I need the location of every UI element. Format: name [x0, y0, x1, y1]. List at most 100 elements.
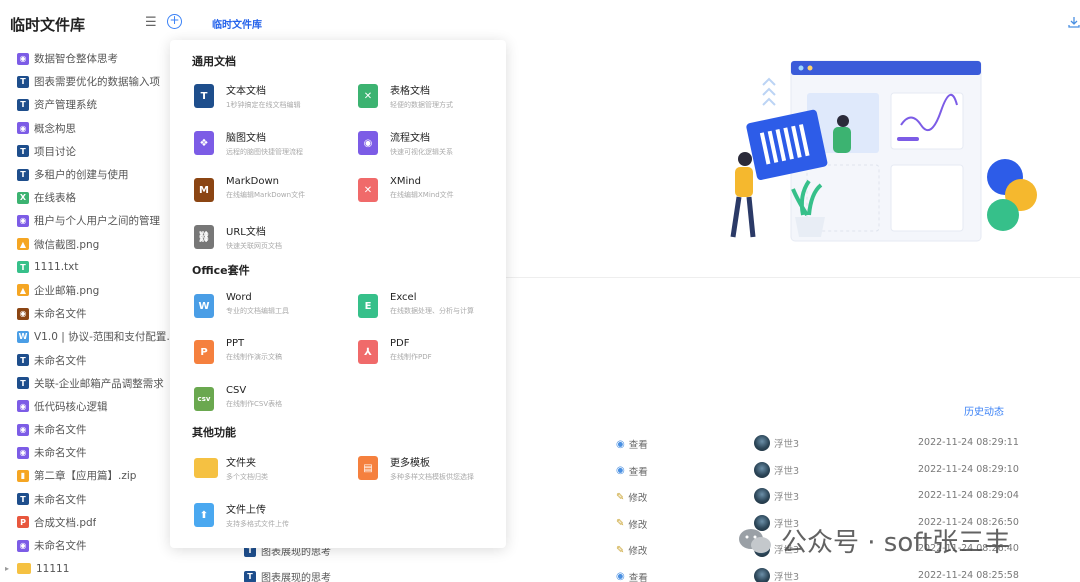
- sidebar-file-item[interactable]: ◉ 未命名文件: [0, 418, 178, 441]
- section-general: 通用文档: [192, 55, 236, 68]
- expand-arrow-icon[interactable]: ▸: [5, 564, 9, 573]
- avatar: [754, 488, 770, 504]
- file-type-icon: T: [17, 75, 29, 88]
- new-doc-option[interactable]: ⛓ URL文档快速关联网页文档: [194, 223, 354, 255]
- wechat-icon: [739, 528, 771, 553]
- option-description: 专业的文档编辑工具: [226, 307, 289, 315]
- new-doc-option[interactable]: 文件夹 多个文档归类: [194, 454, 354, 486]
- history-time: 2022-11-24 08:29:10: [918, 463, 1019, 475]
- sidebar-file-item[interactable]: T 1111.txt: [0, 256, 178, 279]
- new-doc-option[interactable]: ⅄ PDF 在线制作PDF: [358, 338, 518, 370]
- sidebar-file-label: 1111.txt: [34, 261, 79, 274]
- new-doc-option[interactable]: ✕ XMind 在线编辑XMind文件: [358, 176, 518, 208]
- new-doc-option[interactable]: E Excel 在线数据处理、分析与计算: [358, 292, 518, 324]
- sidebar-file-label: 概念构思: [34, 122, 76, 135]
- sidebar-file-item[interactable]: W V1.0 | 协议-范围和支付配置协...: [0, 325, 178, 348]
- sidebar-file-item[interactable]: ◉ 数据智仓整体思考: [0, 47, 178, 70]
- option-description: 在线制作PDF: [390, 353, 432, 361]
- history-action[interactable]: ◉ 查看: [616, 437, 648, 452]
- new-doc-option[interactable]: csv CSV 在线制作CSV表格: [194, 385, 354, 417]
- file-type-icon: X: [17, 191, 29, 204]
- new-doc-option[interactable]: M MarkDown 在线编辑MarkDown文件: [194, 176, 354, 208]
- sidebar-file-label: 合成文档.pdf: [34, 516, 97, 529]
- sidebar-file-item[interactable]: ◉ 未命名文件: [0, 534, 178, 557]
- collapse-icon[interactable]: ☰: [145, 15, 157, 30]
- avatar: [754, 461, 770, 478]
- option-description: 多种多样文档模板供您选择: [390, 473, 474, 481]
- new-doc-option[interactable]: W Word 专业的文档编辑工具: [194, 292, 354, 324]
- sidebar-file-item[interactable]: ◉ 未命名文件: [0, 441, 178, 464]
- file-type-icon: ◉: [17, 307, 29, 320]
- doc-type-icon: csv: [194, 387, 214, 411]
- file-list: ◉ 数据智仓整体思考 T 图表需要优化的数据输入项 T 资产管理系统 ◉ 概念构思 T 项目讨论 T…: [0, 47, 178, 580]
- doc-type-icon: [194, 458, 218, 478]
- file-type-icon: ▲: [17, 284, 29, 297]
- doc-type-icon: ⛓: [194, 225, 214, 249]
- option-title: 文本文档: [226, 86, 266, 97]
- sidebar-file-item[interactable]: T 资产管理系统: [0, 93, 178, 116]
- sidebar-file-label: 11111: [36, 562, 70, 575]
- history-action[interactable]: ◉ 查看: [616, 570, 648, 582]
- doc-type-icon: W: [194, 294, 214, 318]
- eye-icon: ◉: [616, 571, 625, 582]
- sidebar-file-item[interactable]: T 关联-企业邮箱产品调整需求: [0, 372, 178, 395]
- new-doc-option[interactable]: ❖ 脑图文档 远程的脑图快捷管理流程: [194, 129, 354, 161]
- avatar: [754, 435, 770, 451]
- eye-icon: ◉: [616, 438, 625, 450]
- new-doc-option[interactable]: P PPT 在线制作演示文稿: [194, 338, 354, 370]
- doc-type-icon: P: [194, 340, 214, 364]
- sidebar-file-item[interactable]: T 多租户的创建与使用: [0, 163, 178, 186]
- sidebar-file-item[interactable]: ▮ 第二章【应用篇】.zip: [0, 464, 178, 487]
- file-type-icon: T: [17, 354, 29, 367]
- sidebar-file-item[interactable]: T 项目讨论: [0, 140, 178, 163]
- sidebar-file-label: 第二章【应用篇】.zip: [34, 470, 137, 483]
- history-action[interactable]: ✎ 修改: [616, 490, 647, 505]
- new-doc-option[interactable]: T 文本文档 1秒钟搞定在线文档编辑: [194, 82, 354, 114]
- doc-row[interactable]: T 图表展现的思考: [244, 569, 331, 582]
- history-link[interactable]: 历史动态: [964, 403, 1004, 418]
- option-title: 更多模板: [390, 458, 430, 469]
- section-office: Office套件: [192, 264, 250, 277]
- sidebar-file-item[interactable]: ▸ 11111: [0, 557, 178, 580]
- sidebar-file-item[interactable]: P 合成文档.pdf: [0, 511, 178, 534]
- section-other: 其他功能: [192, 426, 236, 439]
- sidebar-file-item[interactable]: ◉ 概念构思: [0, 117, 178, 140]
- history-row: ◉ 查看 浮世3 2022-11-24 08:29:11: [600, 434, 1080, 454]
- history-time: 2022-11-24 08:29:11: [918, 437, 1019, 448]
- download-icon[interactable]: [1068, 16, 1080, 28]
- sidebar-file-item[interactable]: ◉ 未命名文件: [0, 302, 178, 325]
- history-row: ✎ 修改 浮世3 2022-11-24 08:29:04: [600, 487, 1080, 507]
- option-title: CSV: [226, 385, 247, 396]
- sidebar-file-label: 未命名文件: [34, 540, 87, 553]
- sidebar-file-label: 项目讨论: [34, 145, 76, 158]
- new-doc-option[interactable]: ✕ 表格文档 轻便的数据管理方式: [358, 82, 518, 114]
- sidebar-file-label: 未命名文件: [34, 493, 87, 506]
- sidebar-file-item[interactable]: T 未命名文件: [0, 348, 178, 371]
- sidebar-file-item[interactable]: ◉ 租户与个人用户之间的管理: [0, 209, 178, 232]
- sidebar-file-label: 租户与个人用户之间的管理: [34, 215, 160, 228]
- sidebar-file-item[interactable]: ◉ 低代码核心逻辑: [0, 395, 178, 418]
- new-doc-panel: 通用文档 Office套件 其他功能 T 文本文档 1秒钟搞定在线文档编辑 ✕ 表格文档…: [170, 40, 506, 548]
- new-doc-option[interactable]: ◉ 流程文档 快速可视化逻辑关系: [358, 129, 518, 161]
- history-user: 浮世3: [754, 435, 799, 451]
- history-action[interactable]: ✎ 修改: [616, 543, 647, 558]
- option-title: 文件上传: [226, 505, 266, 516]
- sidebar-file-item[interactable]: T 图表需要优化的数据输入项: [0, 70, 178, 93]
- add-icon[interactable]: +: [167, 14, 182, 29]
- history-action[interactable]: ◉ 查看: [616, 464, 648, 478]
- sidebar-file-label: 在线表格: [34, 192, 76, 205]
- sidebar-file-item[interactable]: X 在线表格: [0, 186, 178, 209]
- breadcrumb-link[interactable]: 临时文件库: [212, 16, 262, 31]
- sidebar-file-item[interactable]: ▲ 企业邮箱.png: [0, 279, 178, 302]
- sidebar-file-item[interactable]: T 未命名文件: [0, 488, 178, 511]
- history-action[interactable]: ✎ 修改: [616, 517, 647, 531]
- option-description: 快速关联网页文档: [226, 242, 282, 250]
- new-doc-option[interactable]: ▤ 更多模板 多种多样文档模板供您选择: [358, 454, 518, 486]
- file-type-icon: P: [17, 516, 29, 529]
- sidebar-file-item[interactable]: ▲ 微信截图.png: [0, 233, 178, 256]
- option-title: 脑图文档: [226, 133, 266, 144]
- new-doc-option[interactable]: ⬆ 文件上传 支持多格式文件上传: [194, 501, 354, 533]
- doc-type-icon: T: [194, 84, 214, 108]
- option-title: URL文档: [226, 227, 266, 238]
- option-title: PPT: [226, 338, 245, 349]
